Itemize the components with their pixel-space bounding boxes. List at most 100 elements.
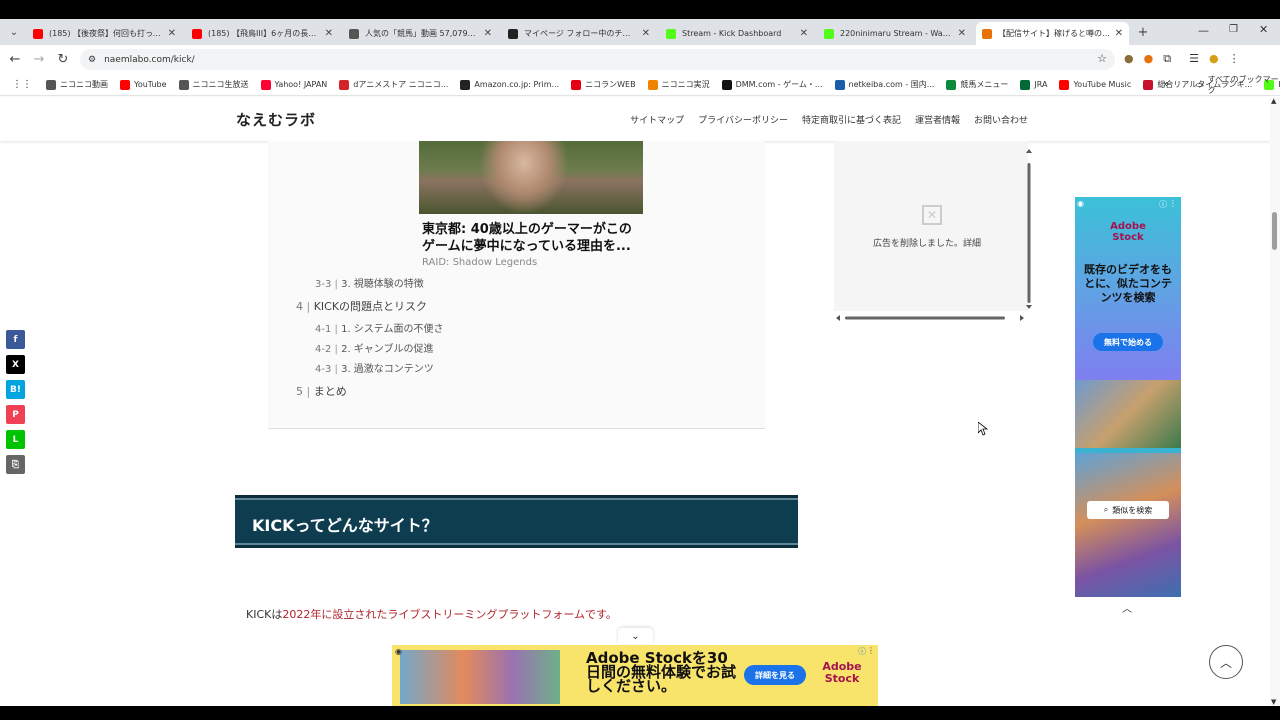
more-bookmarks-icon[interactable]: » (1163, 79, 1169, 90)
close-tab-icon[interactable] (1115, 28, 1123, 39)
back-icon[interactable]: ← (3, 48, 27, 72)
extension-1-icon[interactable]: ● (1124, 52, 1134, 66)
close-tab-icon[interactable] (325, 28, 333, 39)
ad-close-icon[interactable]: ⋮ (1169, 199, 1177, 208)
page-scrollbar[interactable]: ▲ ▼ (1270, 97, 1280, 706)
search-icon: ⌕ (1103, 505, 1109, 514)
bookmark-item[interactable]: dアニメストア ニコニコ... (339, 79, 448, 90)
toc-ad-source[interactable]: RAID: Shadow Legends (422, 257, 537, 268)
toc-ad-image[interactable] (419, 141, 643, 214)
tab-7[interactable]: 【配信サイト】稼げると噂のKICKは (976, 22, 1129, 45)
scroll-up-icon[interactable]: ▲ (1271, 97, 1276, 105)
close-tab-icon[interactable] (642, 28, 650, 39)
toc-item[interactable]: 4-2 | 2. ギャンブルの促進 (315, 340, 434, 355)
side-ad-cta-button[interactable]: 無料で始める (1093, 333, 1163, 351)
tab-1[interactable]: (185) 【後夜祭】何回も打ってごめん (27, 22, 182, 45)
toc-item[interactable]: 3-3 | 3. 視聴体験の特徴 (315, 275, 424, 290)
bookmark-item[interactable]: ニコニコ動画 (46, 79, 108, 90)
bookmark-item[interactable]: ニコニコ生放送 (178, 79, 249, 90)
all-bookmarks[interactable]: ▭ すべてのブックマーク (1196, 74, 1280, 96)
forward-icon[interactable]: → (27, 48, 51, 72)
bookmark-item[interactable]: Amazon.co.jp: Prim... (460, 79, 559, 90)
mouse-cursor-icon (978, 422, 988, 436)
bookmark-favicon-icon (120, 79, 130, 90)
adobe-stock-side-ad[interactable]: ◉ ⓘ ⋮ Adobe Stock 既存のビデオをもとに、似たコンテンツを検索 … (1075, 197, 1181, 597)
bottom-ad-choices-icon[interactable]: ◉ (395, 647, 402, 656)
adobe-stock-bottom-ad[interactable]: ◉ ⓘ ⋮ Adobe Stockを30日間の無料体験でお試しください。 詳細を… (392, 645, 878, 706)
page-scrollbar-thumb[interactable] (1272, 212, 1277, 250)
close-tab-icon[interactable] (484, 28, 492, 39)
bookmark-item[interactable]: YouTube Music (1059, 79, 1132, 90)
tab-5[interactable]: Stream - Kick Dashboard (660, 22, 814, 45)
back-to-top-button[interactable]: ︿ (1209, 645, 1243, 679)
toc-item[interactable]: 4 | KICKの問題点とリスク (296, 298, 427, 314)
bookmark-item[interactable]: JRA (1020, 79, 1047, 90)
nav-sitemap[interactable]: サイトマップ (630, 113, 684, 126)
bookmark-item[interactable]: netkeiba.com - 国内... (834, 79, 934, 90)
nav-contact[interactable]: お問い合わせ (974, 113, 1028, 126)
bookmark-item[interactable]: YouTube (120, 79, 167, 90)
tab-2[interactable]: (185) 【飛鳥III】6ヶ月の長期レスト (186, 22, 339, 45)
bottom-ad-text: Adobe Stockを30日間の無料体験でお試しください。 (586, 649, 737, 695)
nav-tokusho[interactable]: 特定商取引に基づく表記 (802, 113, 901, 126)
new-tab-icon[interactable]: + (1131, 20, 1155, 44)
bookmark-favicon-icon (1020, 79, 1031, 90)
close-tab-icon[interactable] (168, 28, 176, 39)
side-ad-collapse-icon[interactable]: ︿ (1112, 600, 1142, 615)
removed-ad-details-link[interactable]: 詳細 (963, 239, 981, 249)
bookmark-label: YouTube Music (1073, 80, 1132, 89)
extension-2-icon[interactable]: ● (1144, 52, 1154, 66)
extensions-puzzle-icon[interactable]: ⧉ (1163, 52, 1171, 66)
ad-choices-icon[interactable]: ◉ (1077, 199, 1084, 208)
minimize-icon[interactable]: — (1198, 24, 1209, 37)
bottom-ad-close-icon[interactable]: ⋮ (867, 646, 875, 655)
toc-item[interactable]: 4-1 | 1. システム面の不便さ (315, 320, 444, 335)
bookmark-item[interactable]: 競馬メニュー (946, 79, 1008, 90)
bookmark-item[interactable]: ニコランWEB (571, 79, 636, 90)
hatena-icon[interactable]: B! (6, 380, 25, 399)
x-icon[interactable]: X (6, 355, 25, 374)
bottom-ad-collapse-icon[interactable]: ⌄ (618, 628, 653, 644)
bottom-ad-info-icon[interactable]: ⓘ (858, 646, 866, 657)
bookmark-favicon-icon (1059, 79, 1070, 90)
reading-list-icon[interactable]: ☰ (1189, 52, 1199, 66)
toc-item[interactable]: 5 | まとめ (296, 383, 347, 399)
nav-operator[interactable]: 運営者情報 (915, 113, 960, 126)
toc-ad-title[interactable]: 東京都: 40歳以上のゲーマーがこのゲームに夢中になっている理由を... (422, 221, 642, 255)
close-tab-icon[interactable] (800, 28, 808, 39)
site-info-icon[interactable]: ⚙ (88, 55, 96, 65)
bookmark-item[interactable]: DMM.com - ゲーム・... (721, 79, 823, 90)
tab-search-icon[interactable]: ⌄ (2, 20, 26, 44)
bookmark-item[interactable]: ニコニコ実況 (647, 79, 710, 90)
close-window-icon[interactable]: ✕ (1259, 23, 1268, 36)
removed-ad-vertical-scrollbar[interactable] (1026, 149, 1032, 309)
site-logo[interactable]: なえむラボ (236, 109, 316, 130)
removed-ad-horizontal-scrollbar[interactable] (836, 313, 1024, 323)
reload-icon[interactable]: ↻ (51, 48, 75, 72)
ad-info-icon[interactable]: ⓘ (1159, 199, 1167, 210)
pocket-icon[interactable]: P (6, 405, 25, 424)
tab-3[interactable]: 人気の「競馬」動画 57,079本 - ニ (343, 22, 498, 45)
menu-icon[interactable]: ⋮ (1229, 52, 1240, 66)
tab-4[interactable]: マイページ フォロー中のチャンネル - (502, 22, 656, 45)
tab-title: 220ninimaru Stream - Watch Li (840, 29, 954, 38)
nav-privacy[interactable]: プライバシーポリシー (698, 113, 788, 126)
profile-avatar[interactable]: ● (1209, 52, 1219, 66)
copy-icon[interactable]: ⎘ (6, 455, 25, 474)
url-text: naemlabo.com/kick/ (104, 54, 195, 65)
close-tab-icon[interactable] (958, 28, 966, 39)
toc-item-number: 5 (296, 385, 303, 398)
toc-item-number: 4-1 (315, 324, 332, 335)
address-bar[interactable]: ⚙ naemlabo.com/kick/ ☆ (80, 49, 1115, 70)
scroll-down-icon[interactable]: ▼ (1271, 698, 1276, 706)
tab-6[interactable]: 220ninimaru Stream - Watch Li (818, 22, 972, 45)
bottom-ad-cta-button[interactable]: 詳細を見る (744, 665, 806, 685)
bookmark-item[interactable]: Yahoo! JAPAN (260, 79, 327, 90)
similar-search-button[interactable]: ⌕ 類似を検索 (1087, 501, 1169, 519)
facebook-icon[interactable]: f (6, 330, 25, 349)
restore-icon[interactable]: ❐ (1229, 24, 1238, 35)
line-icon[interactable]: L (6, 430, 25, 449)
bookmark-star-icon[interactable]: ☆ (1097, 52, 1107, 65)
toc-item[interactable]: 4-3 | 3. 過激なコンテンツ (315, 360, 434, 375)
apps-grid-icon[interactable]: ⋮⋮ (12, 79, 32, 90)
